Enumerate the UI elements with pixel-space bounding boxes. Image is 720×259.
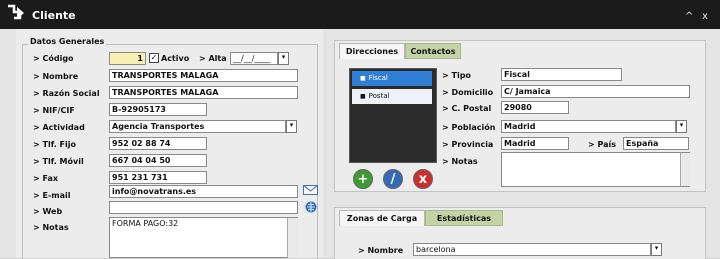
chevron-down-icon: ▾ [679, 121, 684, 129]
domicilio-label: > Domicilio [442, 88, 494, 97]
pais-label: > País [588, 140, 617, 149]
zona-nombre-dropdown-button[interactable]: ▾ [651, 243, 662, 256]
tipo-field[interactable]: Fiscal [501, 68, 622, 81]
nif-label: > NIF/CIF [33, 106, 75, 115]
provincia-field[interactable]: Madrid [501, 137, 569, 150]
title-bar [0, 0, 720, 29]
zona-nombre-select[interactable]: barcelona [413, 243, 651, 256]
tlf-fijo-field[interactable]: 952 02 88 74 [109, 137, 207, 150]
fax-field[interactable]: 951 231 731 [109, 171, 207, 184]
web-field[interactable] [109, 201, 298, 214]
email-label: > E-mail [33, 191, 71, 200]
notas-scrollbar[interactable] [287, 218, 298, 258]
razon-social-label: > Razón Social [33, 89, 100, 98]
plus-icon: + [357, 172, 369, 187]
pais-field[interactable]: España [623, 137, 689, 150]
group-legend: Datos Generales [28, 37, 107, 46]
list-item-label: Fiscal [368, 74, 388, 82]
actividad-select[interactable]: Agencia Transportes [109, 120, 286, 133]
tipo-label: > Tipo [442, 71, 471, 80]
nif-field[interactable]: B-92905173 [109, 103, 207, 116]
web-label: > Web [33, 207, 63, 216]
alta-label: > Alta [199, 54, 227, 63]
list-item-fiscal[interactable]: ■ Fiscal [352, 71, 432, 86]
codigo-field[interactable]: 1 [109, 52, 146, 65]
close-icon: x [418, 172, 428, 187]
provincia-label: > Provincia [442, 140, 494, 149]
zona-nombre-label: > Nombre [358, 246, 404, 255]
actividad-dropdown-button[interactable]: ▾ [286, 120, 297, 133]
edit-direccion-button[interactable]: / [383, 169, 403, 189]
alta-dropdown-button[interactable]: ▾ [278, 52, 289, 65]
activo-checkbox[interactable]: ✓ [149, 53, 159, 63]
notas-label: > Notas [33, 223, 69, 232]
email-field[interactable]: info@novatrans.es [109, 185, 298, 198]
tlf-movil-label: > Tlf. Móvil [33, 157, 84, 166]
actividad-label: > Actividad [33, 123, 85, 132]
chevron-down-icon: ▾ [281, 53, 286, 61]
mail-icon[interactable] [303, 184, 318, 196]
notas-text: FORMA PAGO:32 [112, 219, 179, 228]
minimize-button[interactable]: ^ [685, 11, 693, 22]
direccion-notas-textarea[interactable] [501, 152, 690, 187]
poblacion-dropdown-button[interactable]: ▾ [676, 120, 687, 133]
tlf-fijo-label: > Tlf. Fijo [33, 140, 76, 149]
nombre-field[interactable]: TRANSPORTES MALAGA [109, 69, 298, 82]
direccion-notas-scrollbar[interactable] [680, 153, 690, 186]
window-title: Cliente [32, 9, 76, 22]
list-item-postal[interactable]: ■ Postal [352, 89, 432, 104]
add-direccion-button[interactable]: + [353, 169, 373, 189]
tab-contactos[interactable]: Contactos [405, 43, 461, 59]
domicilio-field[interactable]: C/ Jamaica [501, 85, 690, 98]
delete-direccion-button[interactable]: x [413, 169, 433, 189]
razon-social-field[interactable]: TRANSPORTES MALAGA [109, 86, 298, 99]
tab-direcciones[interactable]: Direcciones [339, 43, 405, 59]
nombre-label: > Nombre [33, 72, 79, 81]
alta-date-field[interactable]: __/__/____ [230, 52, 278, 65]
notas-textarea[interactable]: FORMA PAGO:32 [109, 217, 298, 258]
tab-estadisticas[interactable]: Estadísticas [425, 210, 503, 226]
tab-zonas-de-carga[interactable]: Zonas de Carga [339, 210, 425, 226]
cpostal-label: > C. Postal [442, 104, 492, 113]
app-icon [5, 3, 27, 25]
poblacion-select[interactable]: Madrid [501, 120, 676, 133]
activo-label: Activo [161, 54, 190, 63]
direccion-notas-label: > Notas [442, 157, 478, 166]
close-button[interactable]: x [702, 11, 708, 22]
cpostal-field[interactable]: 29080 [501, 101, 569, 114]
chevron-down-icon: ▾ [654, 244, 659, 252]
web-icon[interactable] [305, 201, 317, 213]
list-item-label: Postal [368, 92, 390, 100]
codigo-label: > Código [33, 54, 74, 63]
chevron-down-icon: ▾ [289, 121, 294, 129]
poblacion-label: > Población [442, 123, 496, 132]
fax-label: > Fax [33, 174, 59, 183]
pencil-icon: / [390, 172, 396, 187]
tlf-movil-field[interactable]: 667 04 04 50 [109, 154, 207, 167]
